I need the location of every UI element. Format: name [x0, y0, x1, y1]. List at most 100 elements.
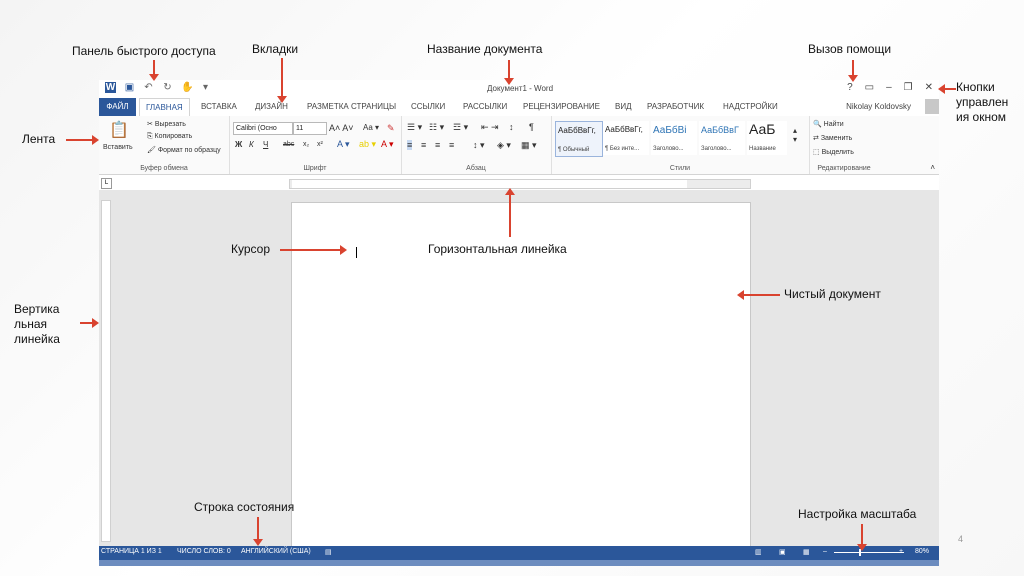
print-layout-icon[interactable]: ▣ [779, 548, 786, 556]
multilevel-icon[interactable]: ☲ ▾ [453, 122, 468, 133]
arrowhead-ribbon [92, 135, 99, 145]
font-color-icon[interactable]: A ▾ [381, 139, 394, 150]
align-center-icon[interactable]: ≡ [421, 140, 426, 150]
ribbon-display-icon[interactable]: ▭ [865, 82, 874, 93]
customize-icon[interactable]: ▾ [200, 82, 211, 93]
justify-icon[interactable]: ≡ [449, 140, 454, 150]
read-mode-icon[interactable]: ▥ [755, 548, 762, 556]
word-count[interactable]: ЧИСЛО СЛОВ: 0 [177, 548, 231, 555]
font-size-select[interactable]: 11 [293, 122, 327, 135]
format-painter-button[interactable]: 🖌 Формат по образцу [147, 146, 221, 154]
paste-icon[interactable]: 📋 [109, 120, 129, 140]
vertical-ruler[interactable] [101, 200, 111, 542]
cut-button[interactable]: ✂ Вырезать [147, 120, 186, 128]
arrow-blank-doc [744, 294, 780, 296]
italic-button[interactable]: К [249, 140, 254, 149]
indent-icon[interactable]: ⇤ ⇥ [481, 122, 499, 133]
zoom-out-icon[interactable]: – [823, 548, 827, 555]
replace-label: Заменить [820, 135, 853, 142]
touch-mode-icon[interactable]: ✋ [181, 82, 193, 93]
document-title: Документ1 - Word [487, 84, 554, 93]
grow-font-icon[interactable]: A˄ A˅ [329, 123, 354, 133]
styles-scroll-icon[interactable]: ▴ ▾ [793, 126, 797, 144]
save-icon[interactable]: ▣ [124, 82, 135, 93]
help-icon[interactable]: ? [847, 82, 853, 93]
redo-icon[interactable]: ↻ [162, 82, 173, 93]
tab-addins[interactable]: НАДСТРОЙКИ [717, 98, 784, 116]
subscript-button[interactable]: x₂ [303, 141, 309, 148]
language[interactable]: АНГЛИЙСКИЙ (США) [241, 548, 311, 555]
underline-button[interactable]: Ч [263, 140, 268, 149]
styles-group-name: Стили [669, 165, 691, 172]
font-group-name: Шрифт [303, 165, 327, 172]
tab-references[interactable]: ССЫЛКИ [405, 98, 451, 116]
collapse-ribbon-icon[interactable]: ˄ [930, 163, 935, 172]
undo-icon[interactable]: ↶ [143, 82, 154, 93]
pilcrow-icon[interactable]: ¶ [529, 122, 534, 132]
text-effects-icon[interactable]: A ▾ [337, 139, 350, 150]
strike-button[interactable]: abc [283, 141, 294, 148]
align-right-icon[interactable]: ≡ [435, 140, 440, 150]
select-icon: ⬚ [813, 149, 822, 156]
arrowhead-doc-name [504, 78, 514, 85]
proofing-icon[interactable]: ▤ [325, 548, 332, 556]
tab-insert[interactable]: ВСТАВКА [195, 98, 243, 116]
style-item[interactable]: АаБбВвГг, ¶ Обычный [555, 121, 603, 157]
font-family-select[interactable]: Calibri (Осно [233, 122, 293, 135]
paste-button[interactable]: Вставить [103, 144, 133, 151]
replace-button[interactable]: ⇄ Заменить [813, 134, 852, 142]
avatar[interactable] [925, 99, 939, 114]
minimize-icon[interactable]: – [886, 82, 892, 93]
zoom-in-icon[interactable]: + [899, 548, 903, 555]
paragraph-group: ☰ ▾ ☷ ▾ ☲ ▾ ⇤ ⇥ ↕ ¶ ≡ ≡ ≡ ≡ ↕ ▾ ◈ ▾ ▦ ▾ … [401, 116, 552, 174]
style-item[interactable]: АаБбВвГг, ¶ Без инте... [603, 121, 649, 155]
user-name[interactable]: Nikolay Koldovsky [846, 102, 911, 111]
web-layout-icon[interactable]: ▦ [803, 548, 810, 556]
line-spacing-icon[interactable]: ↕ ▾ [473, 140, 485, 151]
arrowhead-v-ruler [92, 318, 99, 328]
style-item[interactable]: АаБ Название [747, 121, 787, 155]
select-button[interactable]: ⬚ Выделить [813, 148, 854, 156]
zoom-level[interactable]: 80% [915, 548, 929, 555]
style-label: Заголово... [701, 146, 732, 152]
change-case-icon[interactable]: Aa ▾ [363, 123, 379, 132]
label-h-ruler: Горизонтальная линейка [428, 242, 567, 256]
style-item[interactable]: АаБбВі Заголово... [651, 121, 697, 155]
taskbar [99, 560, 939, 566]
format-painter-label: Формат по образцу [157, 147, 221, 154]
clear-format-icon[interactable]: ✎ [387, 123, 395, 134]
restore-icon[interactable]: ❐ [904, 82, 913, 93]
shading-icon[interactable]: ◈ ▾ [497, 140, 511, 151]
zoom-slider[interactable] [834, 552, 904, 553]
tab-review[interactable]: РЕЦЕНЗИРОВАНИЕ [517, 98, 606, 116]
bold-button[interactable]: Ж [235, 140, 242, 149]
tab-view[interactable]: ВИД [609, 98, 638, 116]
sort-icon[interactable]: ↕ [509, 122, 514, 132]
tab-home[interactable]: ГЛАВНАЯ [139, 98, 190, 117]
page-count[interactable]: СТРАНИЦА 1 ИЗ 1 [101, 548, 162, 555]
tab-mailings[interactable]: РАССЫЛКИ [457, 98, 513, 116]
horizontal-ruler[interactable] [289, 179, 751, 189]
bullets-icon[interactable]: ☰ ▾ [407, 122, 422, 133]
tab-file[interactable]: ФАЙЛ [99, 98, 136, 116]
label-v-ruler: Вертика льная линейка [14, 302, 60, 346]
tab-developer[interactable]: РАЗРАБОТЧИК [641, 98, 710, 116]
find-button[interactable]: 🔍 Найти [813, 120, 844, 128]
quick-access-toolbar: W ▣ ↶ ↻ ✋ ▾ [105, 82, 211, 93]
label-tabs: Вкладки [252, 42, 299, 56]
label-qat: Панель быстрого доступа [72, 44, 216, 58]
style-item[interactable]: АаБбВвГ Заголово... [699, 121, 745, 155]
align-left-icon[interactable]: ≡ [407, 140, 413, 150]
numbering-icon[interactable]: ☷ ▾ [429, 122, 444, 133]
style-label: Название [749, 146, 776, 152]
tab-selector[interactable]: L [101, 178, 112, 189]
copy-button[interactable]: ⎘ Копировать [147, 133, 192, 141]
superscript-button[interactable]: x² [317, 141, 323, 148]
highlight-icon[interactable]: ab ▾ [359, 139, 376, 150]
find-label: Найти [823, 121, 844, 128]
tab-layout[interactable]: РАЗМЕТКА СТРАНИЦЫ [301, 98, 402, 116]
close-icon[interactable]: ✕ [925, 82, 933, 93]
borders-icon[interactable]: ▦ ▾ [521, 140, 537, 151]
window-controls: ? ▭ – ❐ ✕ [847, 82, 933, 93]
tab-design[interactable]: ДИЗАЙН [249, 98, 294, 116]
